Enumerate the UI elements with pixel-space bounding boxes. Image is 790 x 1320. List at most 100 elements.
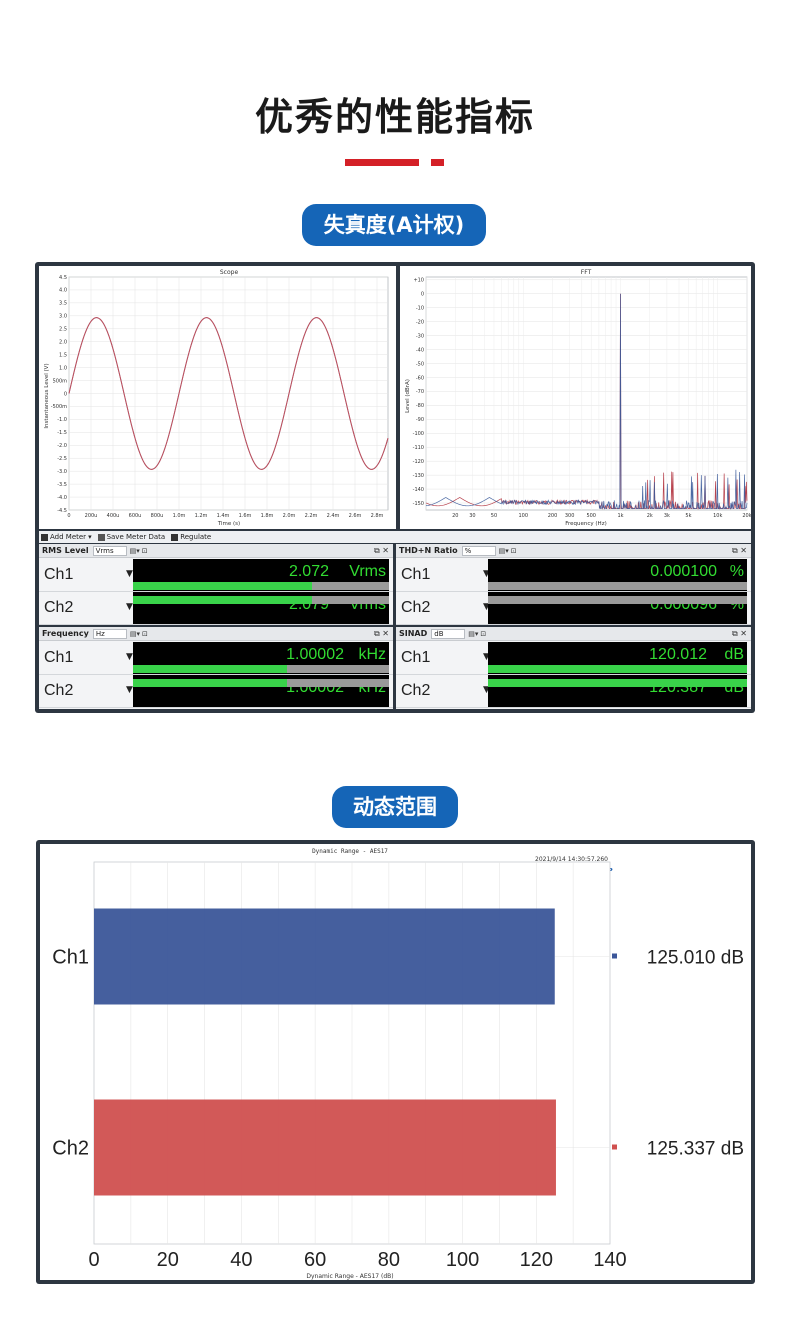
options-icon[interactable]: ⊡ xyxy=(142,630,148,638)
chart-xlabel: Dynamic Range - AES17 (dB) xyxy=(306,1273,393,1280)
add-meter-button[interactable]: Add Meter ▾ xyxy=(41,533,92,541)
settings-icon[interactable]: ▤▾ xyxy=(468,630,478,638)
y-tick-label: 2.5 xyxy=(59,327,67,333)
y-tick-label: -20 xyxy=(416,319,424,325)
channel-dropdown-icon[interactable]: ▼ xyxy=(126,569,133,579)
play-icon xyxy=(171,533,179,541)
page-title: 优秀的性能指标 xyxy=(254,95,535,139)
meter-value: 2.072 xyxy=(288,563,329,580)
chart-title: Dynamic Range - AES17 xyxy=(312,848,388,855)
x-tick-label: 30 xyxy=(469,513,475,519)
settings-icon[interactable]: ▤▾ xyxy=(499,547,509,555)
channel-label: Ch2 xyxy=(44,682,74,699)
y-tick-label: -80 xyxy=(416,403,424,409)
level-bar-fill xyxy=(133,682,287,687)
unit-select[interactable]: Vrms xyxy=(92,545,127,556)
section-badge-dynamic-range: 动态范围 xyxy=(332,786,458,828)
x-tick-label: 20 xyxy=(157,1249,179,1271)
settings-icon[interactable]: ▤▾ xyxy=(130,630,140,638)
scope-xlabel: Time (s) xyxy=(217,521,240,527)
x-tick-label: 20 xyxy=(452,513,458,519)
y-tick-label: -120 xyxy=(413,459,424,465)
fft-panel: FFT Level (dBrA) Frequency (Hz) +10 0 -10 -… xyxy=(400,266,752,529)
y-tick-label: -90 xyxy=(416,417,424,423)
meter-unit: % xyxy=(729,563,744,580)
y-tick-label: -130 xyxy=(413,473,424,479)
channel-dropdown-icon[interactable]: ▼ xyxy=(126,602,133,612)
y-tick-label: -3.0 xyxy=(57,469,67,475)
x-tick-label: 1.4m xyxy=(217,513,230,519)
title-accent-dot xyxy=(431,159,444,166)
settings-icon[interactable]: ▤▾ xyxy=(130,547,140,555)
popout-close-icons[interactable]: ⧉ ✕ xyxy=(732,546,747,556)
x-tick-label: 200 xyxy=(548,513,558,519)
x-tick-label: 100 xyxy=(518,513,528,519)
y-tick-label: -110 xyxy=(413,445,424,451)
popout-close-icons[interactable]: ⧉ ✕ xyxy=(732,629,747,639)
x-tick-label: 60 xyxy=(304,1249,326,1271)
y-tick-label: -2.5 xyxy=(57,456,67,462)
channel-dropdown-icon[interactable]: ▼ xyxy=(126,652,133,662)
dynamic-range-frame: Dynamic Range - AES17 2021/9/14 14:30:57… xyxy=(36,840,755,1284)
chevron-down-icon: ▾ xyxy=(88,533,92,541)
plus-icon xyxy=(41,533,48,541)
level-bar-fill xyxy=(133,599,313,604)
x-tick-label: 1.6m xyxy=(239,513,252,519)
fft-ylabel: Level (dBrA) xyxy=(405,379,411,413)
category-label: Ch2 xyxy=(52,1138,89,1160)
x-tick-label: 100 xyxy=(446,1249,479,1271)
value-label: 125.337 dB xyxy=(647,1139,744,1160)
y-tick-label: -10 xyxy=(416,305,424,311)
unit-select[interactable]: dB xyxy=(431,628,466,639)
regulate-button[interactable]: Regulate xyxy=(171,533,211,541)
level-bar-track xyxy=(133,668,389,673)
scope-chart: Scope Instantaneous Level (V) Time (s) 4… xyxy=(44,269,389,527)
options-icon[interactable]: ⊡ xyxy=(511,547,517,555)
x-tick-label: 40 xyxy=(230,1249,252,1271)
channel-dropdown-icon[interactable]: ▼ xyxy=(126,685,133,695)
y-tick-label: -60 xyxy=(416,375,424,381)
level-bars xyxy=(488,582,747,604)
unit-select[interactable]: % xyxy=(461,545,496,556)
x-tick-label: 600u xyxy=(129,513,142,519)
channel-label: Ch1 xyxy=(44,649,74,666)
x-tick-label: 2.4m xyxy=(327,513,340,519)
y-tick-label: -500m xyxy=(51,404,67,410)
y-tick-label: 3.0 xyxy=(59,314,67,320)
x-tick-label: 120 xyxy=(520,1249,553,1271)
level-bar-track xyxy=(133,585,389,590)
x-tick-label: 800u xyxy=(151,513,164,519)
popout-close-icons[interactable]: ⧉ ✕ xyxy=(374,629,389,639)
x-tick-label: 5k xyxy=(685,513,691,519)
x-tick-label: 1.8m xyxy=(261,513,274,519)
x-tick-label: 0 xyxy=(67,513,70,519)
options-icon[interactable]: ⊡ xyxy=(480,630,486,638)
x-tick-label: 50 xyxy=(491,513,497,519)
fft-title: FFT xyxy=(581,269,592,276)
scope-panel: Scope Instantaneous Level (V) Time (s) 4… xyxy=(39,266,396,529)
meter-unit: dB xyxy=(724,646,744,663)
value-label: 125.010 dB xyxy=(647,948,744,969)
x-tick-label: 140 xyxy=(593,1249,626,1271)
meter-unit: Vrms xyxy=(349,563,386,580)
legend-marker xyxy=(612,1144,617,1150)
x-tick-label: 300 xyxy=(565,513,575,519)
x-tick-label: 2.2m xyxy=(305,513,318,519)
meter-sinad: SINAD dB ▤▾ ⊡ ⧉ ✕ Ch1 ▼ 120.012 dB Ch2 ▼… xyxy=(396,627,751,709)
x-tick-label: 10k xyxy=(713,513,722,519)
save-meter-data-button[interactable]: Save Meter Data xyxy=(97,533,165,541)
y-tick-label: 500m xyxy=(53,378,68,384)
legend-marker xyxy=(612,953,617,959)
x-tick-label: 1.2m xyxy=(195,513,208,519)
channel-label: Ch1 xyxy=(44,566,74,583)
meter-rms-level: RMS Level Vrms ▤▾ ⊡ ⧉ ✕ Ch1 ▼ 2.072 Vrms… xyxy=(39,544,393,625)
level-bar-track xyxy=(488,599,747,604)
popout-close-icons[interactable]: ⧉ ✕ xyxy=(374,546,389,556)
dynamic-range-chart: Dynamic Range - AES17 2021/9/14 14:30:57… xyxy=(52,848,744,1280)
meter-toolbar: Add Meter ▾ Save Meter Data Regulate xyxy=(39,531,751,543)
level-bar-track xyxy=(488,668,747,673)
options-icon[interactable]: ⊡ xyxy=(142,547,148,555)
channel-label: Ch1 xyxy=(401,566,431,583)
unit-select[interactable]: Hz xyxy=(92,628,127,639)
meter-value: 120.012 xyxy=(649,646,707,663)
